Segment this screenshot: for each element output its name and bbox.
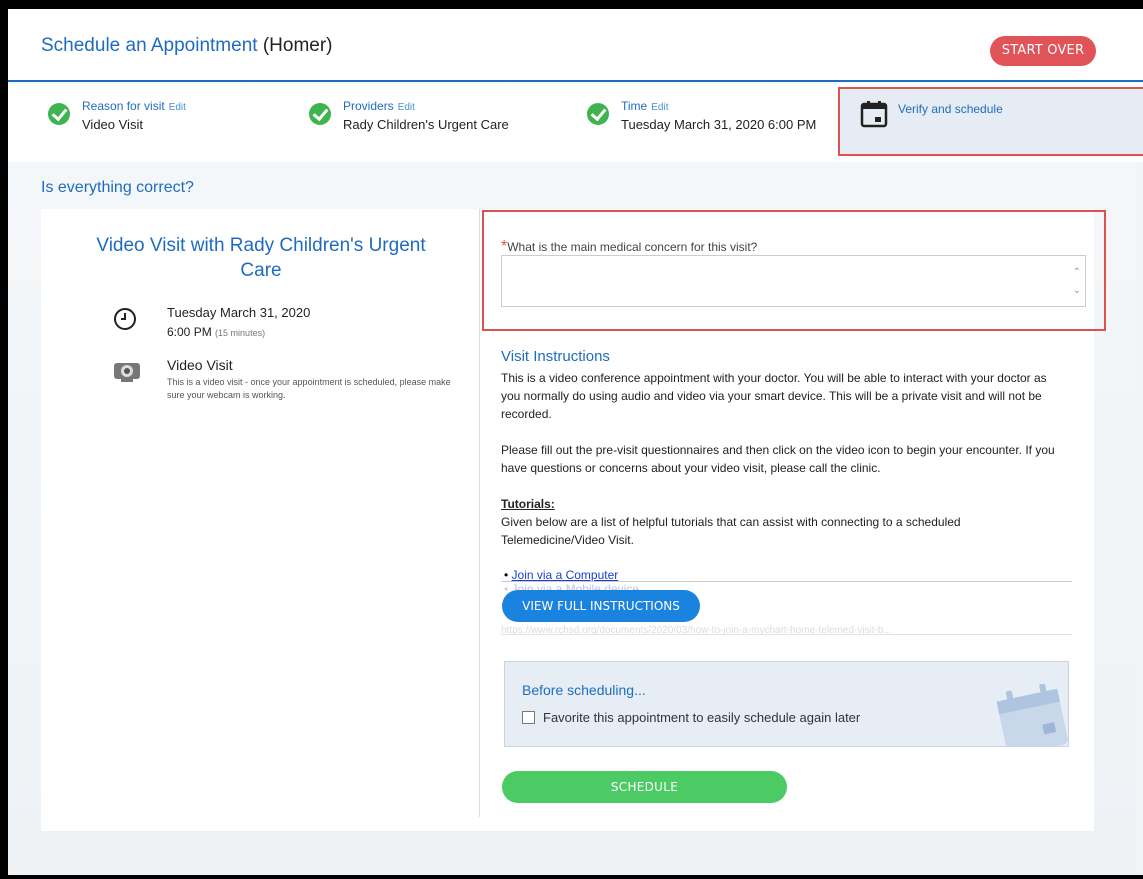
favorite-checkbox[interactable]: [522, 711, 535, 724]
visit-type: Video Visit: [167, 357, 233, 373]
step-providers-value: Rady Children's Urgent Care: [343, 117, 509, 132]
step-label: Providers: [343, 99, 394, 113]
header: Schedule an Appointment (Homer) START OV…: [8, 9, 1143, 82]
check-icon: [309, 103, 331, 125]
edit-time-link[interactable]: Edit: [651, 102, 668, 113]
clock-icon: [114, 308, 136, 330]
time-value: 6:00 PM: [167, 325, 212, 339]
tutorials-heading: Tutorials:: [501, 497, 555, 511]
appointment-date: Tuesday March 31, 2020: [167, 305, 311, 320]
tutorials-text: Given below are a list of helpful tutori…: [501, 515, 961, 547]
duration: (15 minutes): [215, 328, 266, 338]
page-title-text: Schedule an Appointment: [41, 35, 258, 56]
edit-providers-link[interactable]: Edit: [398, 102, 415, 113]
instructions-paragraph-2: Please fill out the pre-visit questionna…: [501, 443, 1055, 475]
start-over-button[interactable]: START OVER: [990, 36, 1096, 66]
webcam-icon: [114, 363, 140, 382]
fade-divider: [501, 581, 1072, 582]
step-time-value: Tuesday March 31, 2020 6:00 PM: [621, 117, 817, 132]
favorite-label[interactable]: Favorite this appointment to easily sche…: [543, 710, 860, 725]
before-scheduling-panel: Before scheduling... Favorite this appoi…: [504, 661, 1069, 747]
page-title: Schedule an Appointment (Homer): [41, 35, 333, 57]
concern-label-text: What is the main medical concern for thi…: [507, 240, 758, 254]
step-reason-value: Video Visit: [82, 117, 143, 132]
step-label: Reason for visit: [82, 99, 165, 113]
calendar-icon: [860, 101, 888, 128]
join-computer-link[interactable]: Join via a Computer: [512, 568, 619, 582]
page-edge: [1136, 162, 1143, 875]
visit-title: Video Visit with Rady Children's Urgent …: [96, 235, 426, 281]
visit-description: This is a video visit - once your appoin…: [167, 377, 451, 400]
instructions-paragraph-1: This is a video conference appointment w…: [501, 371, 1047, 421]
step-verify-label: Verify and schedule: [898, 102, 1003, 116]
step-time-label: Time Edit: [621, 99, 668, 113]
view-full-instructions-button[interactable]: VIEW FULL INSTRUCTIONS: [502, 590, 700, 622]
app-frame: Schedule an Appointment (Homer) START OV…: [8, 9, 1143, 875]
calendar-watermark-icon: [996, 684, 1068, 746]
check-icon: [48, 103, 70, 125]
step-reason-label: Reason for visit Edit: [82, 99, 186, 113]
appointment-time: 6:00 PM (15 minutes): [167, 325, 265, 339]
medical-concern-input[interactable]: ⌃ ⌄: [501, 255, 1086, 307]
check-icon: [587, 103, 609, 125]
step-label: Time: [621, 99, 648, 113]
textarea-scrollbar[interactable]: ⌃ ⌄: [1073, 264, 1081, 300]
patient-name: (Homer): [262, 35, 333, 56]
step-providers-label: Providers Edit: [343, 99, 415, 113]
medical-concern-label: *What is the main medical concern for th…: [501, 238, 757, 256]
visit-instructions-title: Visit Instructions: [501, 348, 610, 365]
confirm-question: Is everything correct?: [41, 179, 194, 196]
step-verify: Verify and schedule: [838, 87, 1143, 156]
edit-reason-link[interactable]: Edit: [169, 102, 186, 113]
schedule-button[interactable]: SCHEDULE: [502, 771, 787, 803]
before-scheduling-title: Before scheduling...: [522, 682, 646, 698]
divider: [479, 209, 480, 817]
medical-concern-section: *What is the main medical concern for th…: [482, 210, 1106, 331]
visit-instructions-text: This is a video conference appointment w…: [501, 369, 1061, 549]
fade-divider: [501, 634, 1072, 635]
